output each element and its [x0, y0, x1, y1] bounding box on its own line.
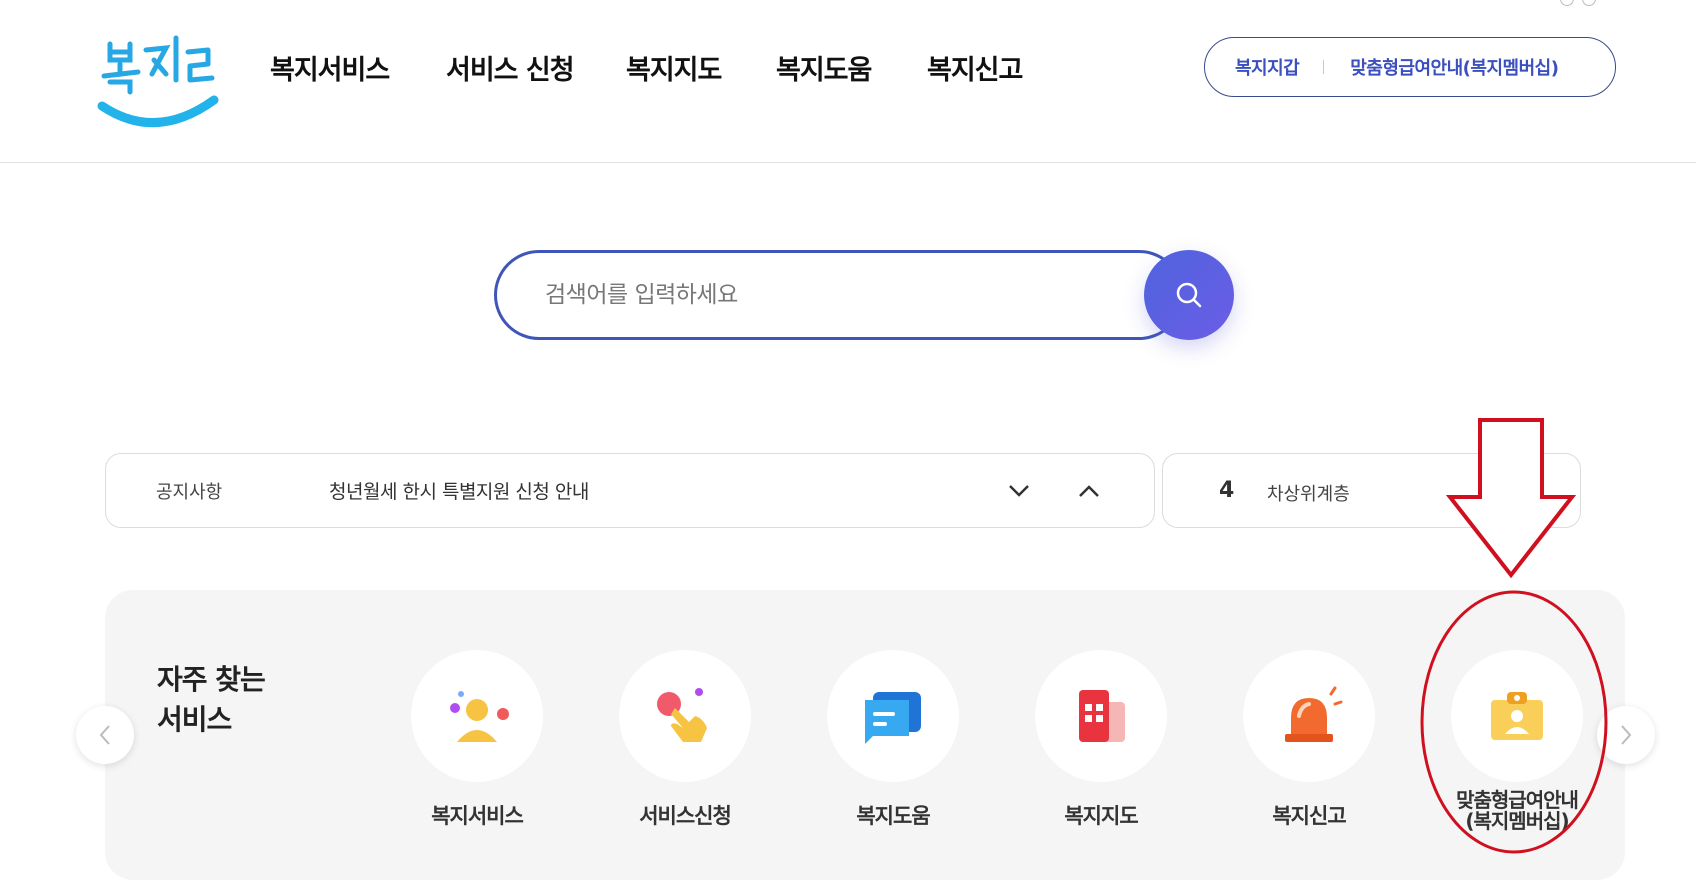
quick-item-service-application[interactable]: 서비스신청 [605, 650, 765, 828]
carousel-prev-button[interactable] [76, 706, 134, 764]
nav-welfare-help[interactable]: 복지도움 [776, 48, 927, 87]
site-header: 복지서비스 서비스 신청 복지지도 복지도움 복지신고 복지지갑 맞춤형급여안내… [0, 0, 1696, 163]
notice-label: 공지사항 [156, 481, 223, 503]
main-navigation: 복지서비스 서비스 신청 복지지도 복지도움 복지신고 [270, 48, 1047, 87]
nav-service-application[interactable]: 서비스 신청 [446, 48, 626, 87]
notice-next-button[interactable] [1002, 474, 1036, 508]
chevron-right-icon [1621, 725, 1632, 745]
quick-item-icon-circle [1035, 650, 1167, 782]
quick-item-label: 복지신고 [1272, 804, 1346, 828]
utility-circle-icon[interactable] [1560, 0, 1574, 6]
chevron-down-icon [1009, 485, 1029, 497]
id-card-icon [1491, 692, 1543, 740]
quick-item-label: 서비스신청 [639, 804, 732, 828]
quick-item-label: 복지도움 [856, 804, 930, 828]
welfare-wallet-link[interactable]: 복지지갑 [1235, 54, 1300, 80]
quick-item-icon-circle [827, 650, 959, 782]
quick-item-icon-circle [1451, 650, 1583, 782]
utility-circle-icon[interactable] [1582, 0, 1596, 6]
search-input[interactable] [494, 250, 1184, 340]
quick-item-icon-circle [619, 650, 751, 782]
quick-item-label-line: 맞춤형급여안내 [1456, 788, 1579, 812]
nav-welfare-service[interactable]: 복지서비스 [270, 48, 446, 87]
rank-change: - [1517, 476, 1527, 504]
title-line: 자주 찾는 [157, 663, 266, 696]
quick-item-welfare-help[interactable]: 복지도움 [813, 650, 973, 828]
utility-links-box: 복지지갑 맞춤형급여안내(복지멤버십) [1204, 37, 1616, 97]
quick-item-icon-circle [1243, 650, 1375, 782]
person-icon [450, 691, 509, 742]
chevron-left-icon [99, 725, 110, 745]
chevron-up-icon [1079, 485, 1099, 497]
title-line: 서비스 [157, 703, 232, 736]
bokjiro-logo-icon [97, 35, 219, 127]
top-utility-icons [1560, 0, 1596, 6]
quick-item-icon-circle [411, 650, 543, 782]
carousel-next-button[interactable] [1597, 706, 1655, 764]
map-building-icon [1079, 690, 1125, 742]
quick-item-label-line: (복지멤버십) [1465, 809, 1569, 833]
frequent-services-title: 자주 찾는 서비스 [157, 660, 297, 740]
quick-item-welfare-service[interactable]: 복지서비스 [397, 650, 557, 828]
search-button[interactable] [1144, 250, 1234, 340]
search-bar [494, 250, 1236, 340]
rank-number: 4 [1219, 478, 1235, 503]
quick-item-welfare-report[interactable]: 복지신고 [1229, 650, 1389, 828]
divider [1323, 60, 1325, 74]
quick-item-membership[interactable]: 맞춤형급여안내 (복지멤버십) [1437, 650, 1597, 832]
notice-prev-button[interactable] [1072, 474, 1106, 508]
rank-keyword: 차상위계층 [1267, 484, 1350, 505]
quick-item-welfare-map[interactable]: 복지지도 [1021, 650, 1181, 828]
chat-icon [865, 692, 921, 744]
quick-item-label: 맞춤형급여안내 (복지멤버십) [1437, 790, 1597, 832]
popular-keyword-ranking[interactable]: 4 차상위계층 - [1162, 453, 1581, 528]
quick-item-label: 복지서비스 [431, 804, 524, 828]
notice-bar: 공지사항 청년월세 한시 특별지원 신청 안내 [105, 453, 1155, 528]
nav-welfare-report[interactable]: 복지신고 [927, 48, 1047, 87]
site-logo[interactable] [96, 30, 226, 140]
siren-icon [1285, 686, 1343, 742]
quick-item-label: 복지지도 [1064, 804, 1138, 828]
membership-link[interactable]: 맞춤형급여안내(복지멤버십) [1350, 54, 1559, 80]
search-icon [1176, 282, 1202, 308]
nav-welfare-map[interactable]: 복지지도 [626, 48, 776, 87]
notice-text-link[interactable]: 청년월세 한시 특별지원 신청 안내 [329, 477, 589, 504]
hand-tap-icon [657, 688, 707, 742]
